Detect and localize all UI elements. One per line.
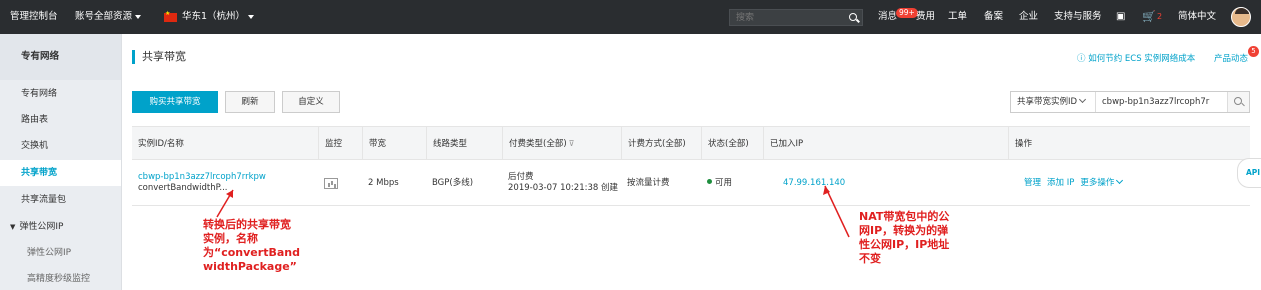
global-search[interactable] bbox=[729, 9, 863, 26]
console-link[interactable]: 管理控制台 bbox=[10, 0, 58, 34]
cart-icon[interactable]: 🛒 bbox=[1142, 0, 1156, 34]
sidebar: 专有网络 专有网络 路由表 交换机 共享带宽 共享流量包 ▼ 弹性公网IP 弹性公… bbox=[0, 34, 122, 290]
top-nav-bar: 管理控制台 账号全部资源 华东1（杭州） 消息 99+ 费用 工单 备案 企业 … bbox=[0, 0, 1261, 34]
chevron-down-icon bbox=[135, 14, 142, 19]
sidebar-item-shared-bandwidth[interactable]: 共享带宽 bbox=[0, 160, 121, 186]
search-icon[interactable] bbox=[849, 13, 857, 21]
beian-link[interactable]: 备案 bbox=[984, 0, 1003, 34]
sidebar-item-vswitch[interactable]: 交换机 bbox=[0, 133, 121, 159]
sidebar-group-eip[interactable]: ▼ 弹性公网IP bbox=[0, 214, 121, 240]
terminal-icon[interactable]: ▣ bbox=[1116, 0, 1125, 34]
sidebar-item-route-table[interactable]: 路由表 bbox=[0, 107, 121, 133]
sidebar-item-vpc[interactable]: 专有网络 bbox=[0, 81, 121, 107]
caret-down-icon: ▼ bbox=[10, 223, 16, 231]
sidebar-group-eip-label: 弹性公网IP bbox=[19, 222, 64, 232]
cart-badge: 2 bbox=[1157, 12, 1163, 21]
messages-link[interactable]: 消息 bbox=[878, 0, 897, 34]
sidebar-item-eip[interactable]: 弹性公网IP bbox=[0, 240, 121, 266]
account-resources-menu[interactable]: 账号全部资源 bbox=[75, 0, 142, 34]
api-side-tab[interactable]: API bbox=[1237, 158, 1261, 188]
chevron-down-icon bbox=[248, 14, 255, 19]
sidebar-item-high-precision-monitor[interactable]: 高精度秒级监控 bbox=[0, 266, 121, 290]
tickets-link[interactable]: 工单 bbox=[948, 0, 967, 34]
language-selector[interactable]: 简体中文 bbox=[1178, 0, 1216, 34]
annotation-converted-instance: 转换后的共享带宽 实例，名称 为“convertBand widthPackag… bbox=[203, 218, 300, 273]
fees-link[interactable]: 费用 bbox=[916, 0, 935, 34]
china-flag-icon bbox=[164, 10, 177, 22]
sidebar-title: 专有网络 bbox=[0, 34, 121, 80]
avatar[interactable] bbox=[1231, 7, 1251, 27]
sidebar-item-shared-data-package[interactable]: 共享流量包 bbox=[0, 187, 121, 213]
annotation-nat-ip: NAT带宽包中的公 网IP，转换为的弹 性公网IP，IP地址 不变 bbox=[859, 210, 950, 265]
enterprise-link[interactable]: 企业 bbox=[1019, 0, 1038, 34]
region-selector[interactable]: 华东1（杭州） bbox=[182, 0, 255, 34]
support-menu[interactable]: 支持与服务 bbox=[1054, 0, 1102, 34]
main-content: 共享带宽 ⓘ 如何节约 ECS 实例网络成本 产品动态 5 购买共享带宽 刷新 … bbox=[122, 34, 1261, 290]
search-input[interactable] bbox=[730, 10, 840, 25]
messages-badge: 99+ bbox=[896, 8, 918, 18]
account-resources-label: 账号全部资源 bbox=[75, 11, 133, 22]
region-label: 华东1（杭州） bbox=[182, 11, 246, 22]
right-arrow bbox=[824, 185, 850, 238]
